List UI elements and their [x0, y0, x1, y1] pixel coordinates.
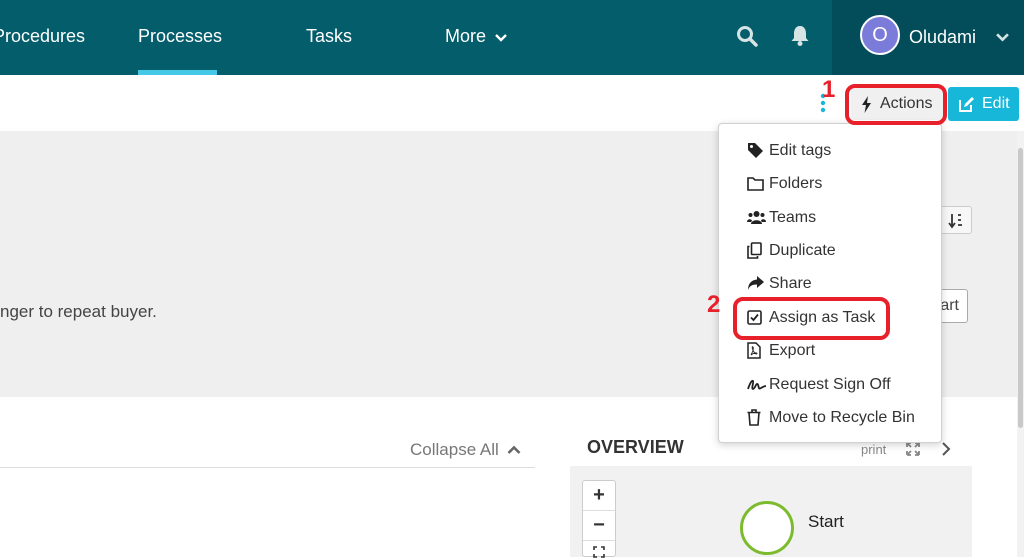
- fit-view-icon[interactable]: [593, 546, 605, 558]
- collapse-all-button[interactable]: Collapse All: [410, 440, 521, 460]
- menu-item-edit-tags[interactable]: Edit tags: [747, 139, 831, 163]
- menu-item-move-to-recycle-bin[interactable]: Move to Recycle Bin: [747, 406, 915, 430]
- scrollbar-thumb[interactable]: [1018, 148, 1023, 428]
- section-divider: [0, 467, 535, 468]
- folder-icon: [747, 177, 764, 192]
- bell-icon[interactable]: [790, 24, 810, 47]
- actions-dropdown-menu: Edit tags Folders Teams Duplicate Share …: [718, 123, 942, 443]
- copy-icon: [747, 242, 762, 260]
- edit-button-label: Edit: [982, 95, 1010, 112]
- actions-highlight: [845, 84, 947, 125]
- pdf-file-icon: [747, 342, 761, 360]
- print-link[interactable]: print: [861, 442, 886, 457]
- trash-icon: [747, 409, 761, 427]
- nav-processes[interactable]: Processes: [138, 0, 222, 75]
- avatar[interactable]: O: [860, 15, 900, 55]
- menu-item-export[interactable]: Export: [747, 339, 815, 363]
- menu-item-folders[interactable]: Folders: [747, 172, 822, 196]
- menu-item-duplicate[interactable]: Duplicate: [747, 239, 836, 263]
- assign-task-highlight: [733, 297, 890, 340]
- nav-tasks[interactable]: Tasks: [306, 0, 352, 75]
- menu-item-share[interactable]: Share: [747, 272, 812, 296]
- menu-item-label: Share: [769, 275, 812, 292]
- menu-item-label: Export: [769, 342, 816, 359]
- start-node-label: Start: [808, 512, 844, 531]
- collapse-all-label: Collapse All: [410, 440, 499, 459]
- zoom-out-button[interactable]: −: [583, 511, 615, 541]
- chevron-down-icon: [495, 33, 507, 42]
- overview-title: OVERVIEW: [587, 437, 684, 457]
- signature-icon: [747, 379, 767, 390]
- menu-item-label: Folders: [769, 175, 823, 192]
- expand-icon[interactable]: [906, 442, 920, 456]
- menu-item-label: Teams: [769, 209, 817, 226]
- tag-icon: [748, 143, 763, 159]
- menu-item-teams[interactable]: Teams: [747, 206, 816, 230]
- chevron-right-icon[interactable]: [941, 442, 951, 456]
- process-description: nger to repeat buyer.: [0, 302, 157, 321]
- menu-item-label: Edit tags: [769, 142, 832, 159]
- step-1-annotation: 1: [822, 76, 836, 103]
- nav-more-label: More: [445, 26, 487, 46]
- nav-procedures[interactable]: Procedures: [0, 0, 85, 75]
- edit-button[interactable]: Edit: [948, 87, 1019, 121]
- user-chevron-down-icon[interactable]: [996, 32, 1009, 42]
- zoom-in-button[interactable]: +: [583, 481, 615, 511]
- zoom-controls: + −: [582, 480, 616, 558]
- nav-more[interactable]: More: [445, 0, 507, 75]
- menu-item-request-sign-off[interactable]: Request Sign Off: [747, 373, 891, 397]
- menu-item-label: Request Sign Off: [769, 376, 891, 393]
- user-name[interactable]: Oludami: [909, 0, 976, 75]
- search-icon[interactable]: [736, 25, 758, 47]
- share-icon: [748, 276, 764, 291]
- step-2-annotation: 2: [707, 291, 721, 318]
- sort-button[interactable]: [940, 206, 972, 234]
- menu-item-label: Move to Recycle Bin: [769, 409, 915, 426]
- edit-icon: [959, 97, 974, 112]
- chevron-up-icon: [507, 445, 520, 454]
- menu-item-label: Duplicate: [769, 242, 836, 259]
- start-node[interactable]: [740, 501, 794, 555]
- top-navigation: Procedures Processes Tasks More O Oludam…: [0, 0, 1024, 75]
- sort-icon: [948, 213, 962, 229]
- users-icon: [747, 211, 766, 225]
